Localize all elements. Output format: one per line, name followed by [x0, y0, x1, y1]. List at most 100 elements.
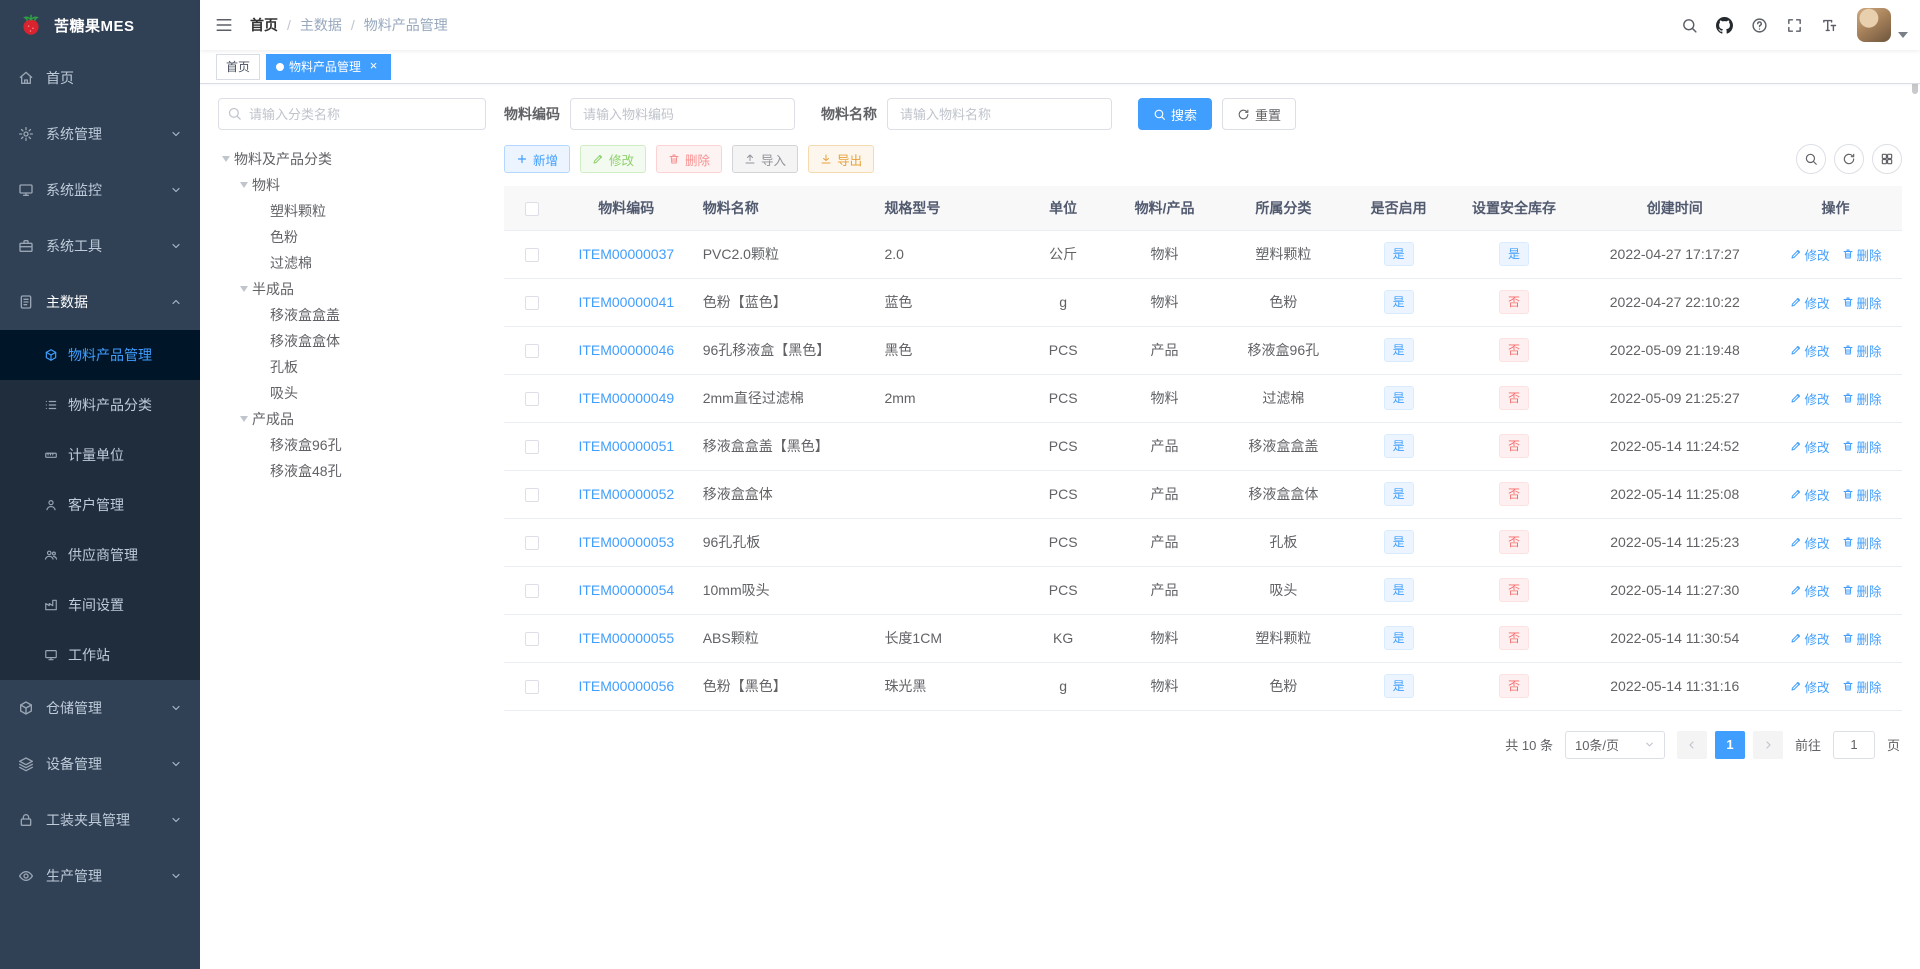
tree-node[interactable]: 移液盒盒体 — [218, 328, 486, 354]
sidebar-item-master-data[interactable]: 主数据 — [0, 274, 200, 330]
import-button[interactable]: 导入 — [732, 145, 799, 173]
edit-button[interactable]: 修改 — [580, 145, 647, 173]
row-checkbox[interactable] — [524, 680, 539, 695]
row-checkbox[interactable] — [524, 536, 539, 551]
row-edit-button[interactable]: 修改 — [1790, 581, 1830, 600]
row-edit-button[interactable]: 修改 — [1790, 677, 1830, 696]
row-edit-button[interactable]: 修改 — [1790, 485, 1830, 504]
sidebar-item-material-product-mgmt[interactable]: 物料产品管理 — [0, 330, 200, 380]
category-search-input[interactable] — [218, 98, 486, 130]
row-checkbox[interactable] — [524, 392, 539, 407]
material-code-link[interactable]: ITEM00000055 — [578, 630, 674, 646]
breadcrumb-home[interactable]: 首页 — [250, 15, 278, 35]
sidebar-item-production-mgmt[interactable]: 生产管理 — [0, 848, 200, 904]
search-button[interactable]: 搜索 — [1138, 98, 1213, 130]
material-code-link[interactable]: ITEM00000037 — [578, 246, 674, 262]
sidebar-item-system-mgmt[interactable]: 系统管理 — [0, 106, 200, 162]
github-icon[interactable] — [1707, 0, 1742, 50]
sidebar-item-warehouse-mgmt[interactable]: 仓储管理 — [0, 680, 200, 736]
delete-button[interactable]: 删除 — [656, 145, 723, 173]
tree-node[interactable]: 孔板 — [218, 354, 486, 380]
hamburger-icon[interactable] — [200, 0, 248, 50]
tree-node[interactable]: 半成品 — [218, 276, 486, 302]
page-number-button[interactable]: 1 — [1714, 730, 1745, 759]
material-code-input[interactable] — [570, 98, 795, 130]
goto-page-input[interactable] — [1832, 730, 1875, 759]
row-delete-button[interactable]: 删除 — [1842, 245, 1882, 264]
tree-node[interactable]: 吸头 — [218, 380, 486, 406]
toggle-search-button[interactable] — [1796, 144, 1826, 174]
row-delete-button[interactable]: 删除 — [1842, 341, 1882, 360]
refresh-table-button[interactable] — [1834, 144, 1864, 174]
row-checkbox[interactable] — [524, 488, 539, 503]
row-edit-button[interactable]: 修改 — [1790, 437, 1830, 456]
sidebar-item-supplier-mgmt[interactable]: 供应商管理 — [0, 530, 200, 580]
material-code-link[interactable]: ITEM00000049 — [578, 390, 674, 406]
prev-page-button[interactable] — [1676, 730, 1707, 759]
material-code-link[interactable]: ITEM00000046 — [578, 342, 674, 358]
tree-node[interactable]: 塑料颗粒 — [218, 198, 486, 224]
row-delete-button[interactable]: 删除 — [1842, 581, 1882, 600]
sidebar-item-workshop-settings[interactable]: 车间设置 — [0, 580, 200, 630]
sidebar-item-system-tools[interactable]: 系统工具 — [0, 218, 200, 274]
tree-node[interactable]: 物料及产品分类 — [218, 146, 486, 172]
row-delete-button[interactable]: 删除 — [1842, 533, 1882, 552]
app-logo[interactable]: 苦糖果MES — [0, 0, 200, 50]
sidebar-item-material-product-category[interactable]: 物料产品分类 — [0, 380, 200, 430]
row-checkbox[interactable] — [524, 632, 539, 647]
sidebar-item-workstation[interactable]: 工作站 — [0, 630, 200, 680]
avatar[interactable] — [1857, 8, 1891, 42]
row-delete-button[interactable]: 删除 — [1842, 293, 1882, 312]
row-delete-button[interactable]: 删除 — [1842, 485, 1882, 504]
reset-button[interactable]: 重置 — [1222, 98, 1297, 130]
row-edit-button[interactable]: 修改 — [1790, 293, 1830, 312]
tree-node[interactable]: 移液盒48孔 — [218, 458, 486, 484]
tree-node[interactable]: 移液盒盒盖 — [218, 302, 486, 328]
sidebar-item-customer-mgmt[interactable]: 客户管理 — [0, 480, 200, 530]
tree-node[interactable]: 色粉 — [218, 224, 486, 250]
row-checkbox[interactable] — [524, 584, 539, 599]
add-button[interactable]: 新增 — [504, 145, 571, 173]
question-icon[interactable] — [1742, 0, 1777, 50]
row-delete-button[interactable]: 删除 — [1842, 437, 1882, 456]
fullscreen-icon[interactable] — [1777, 0, 1812, 50]
material-code-link[interactable]: ITEM00000041 — [578, 294, 674, 310]
row-edit-button[interactable]: 修改 — [1790, 245, 1830, 264]
row-edit-button[interactable]: 修改 — [1790, 629, 1830, 648]
material-name-input[interactable] — [887, 98, 1112, 130]
tab-home[interactable]: 首页 — [216, 53, 261, 80]
row-checkbox[interactable] — [524, 344, 539, 359]
row-delete-button[interactable]: 删除 — [1842, 677, 1882, 696]
material-code-link[interactable]: ITEM00000052 — [578, 486, 674, 502]
font-size-icon[interactable] — [1812, 0, 1847, 50]
export-button[interactable]: 导出 — [808, 145, 875, 173]
select-all-checkbox[interactable] — [524, 201, 539, 216]
row-edit-button[interactable]: 修改 — [1790, 341, 1830, 360]
row-checkbox[interactable] — [524, 440, 539, 455]
sidebar-item-system-monitor[interactable]: 系统监控 — [0, 162, 200, 218]
material-code-link[interactable]: ITEM00000051 — [578, 438, 674, 454]
row-checkbox[interactable] — [524, 248, 539, 263]
columns-toggle-button[interactable] — [1872, 144, 1902, 174]
tab-material-product-mgmt[interactable]: 物料产品管理 × — [266, 53, 392, 80]
material-code-link[interactable]: ITEM00000056 — [578, 678, 674, 694]
sidebar-item-equipment-mgmt[interactable]: 设备管理 — [0, 736, 200, 792]
tree-node[interactable]: 移液盒96孔 — [218, 432, 486, 458]
row-checkbox[interactable] — [524, 296, 539, 311]
close-icon[interactable]: × — [366, 59, 381, 74]
tree-node[interactable]: 物料 — [218, 172, 486, 198]
row-delete-button[interactable]: 删除 — [1842, 629, 1882, 648]
row-delete-button[interactable]: 删除 — [1842, 389, 1882, 408]
header-search-icon[interactable] — [1672, 0, 1707, 50]
row-edit-button[interactable]: 修改 — [1790, 533, 1830, 552]
sidebar-item-measure-unit[interactable]: 计量单位 — [0, 430, 200, 480]
next-page-button[interactable] — [1752, 730, 1783, 759]
tree-node[interactable]: 产成品 — [218, 406, 486, 432]
sidebar-item-home[interactable]: 首页 — [0, 50, 200, 106]
row-edit-button[interactable]: 修改 — [1790, 389, 1830, 408]
user-menu[interactable] — [1857, 0, 1908, 50]
material-code-link[interactable]: ITEM00000054 — [578, 582, 674, 598]
tree-node[interactable]: 过滤棉 — [218, 250, 486, 276]
sidebar-item-fixture-mgmt[interactable]: 工装夹具管理 — [0, 792, 200, 848]
material-code-link[interactable]: ITEM00000053 — [578, 534, 674, 550]
